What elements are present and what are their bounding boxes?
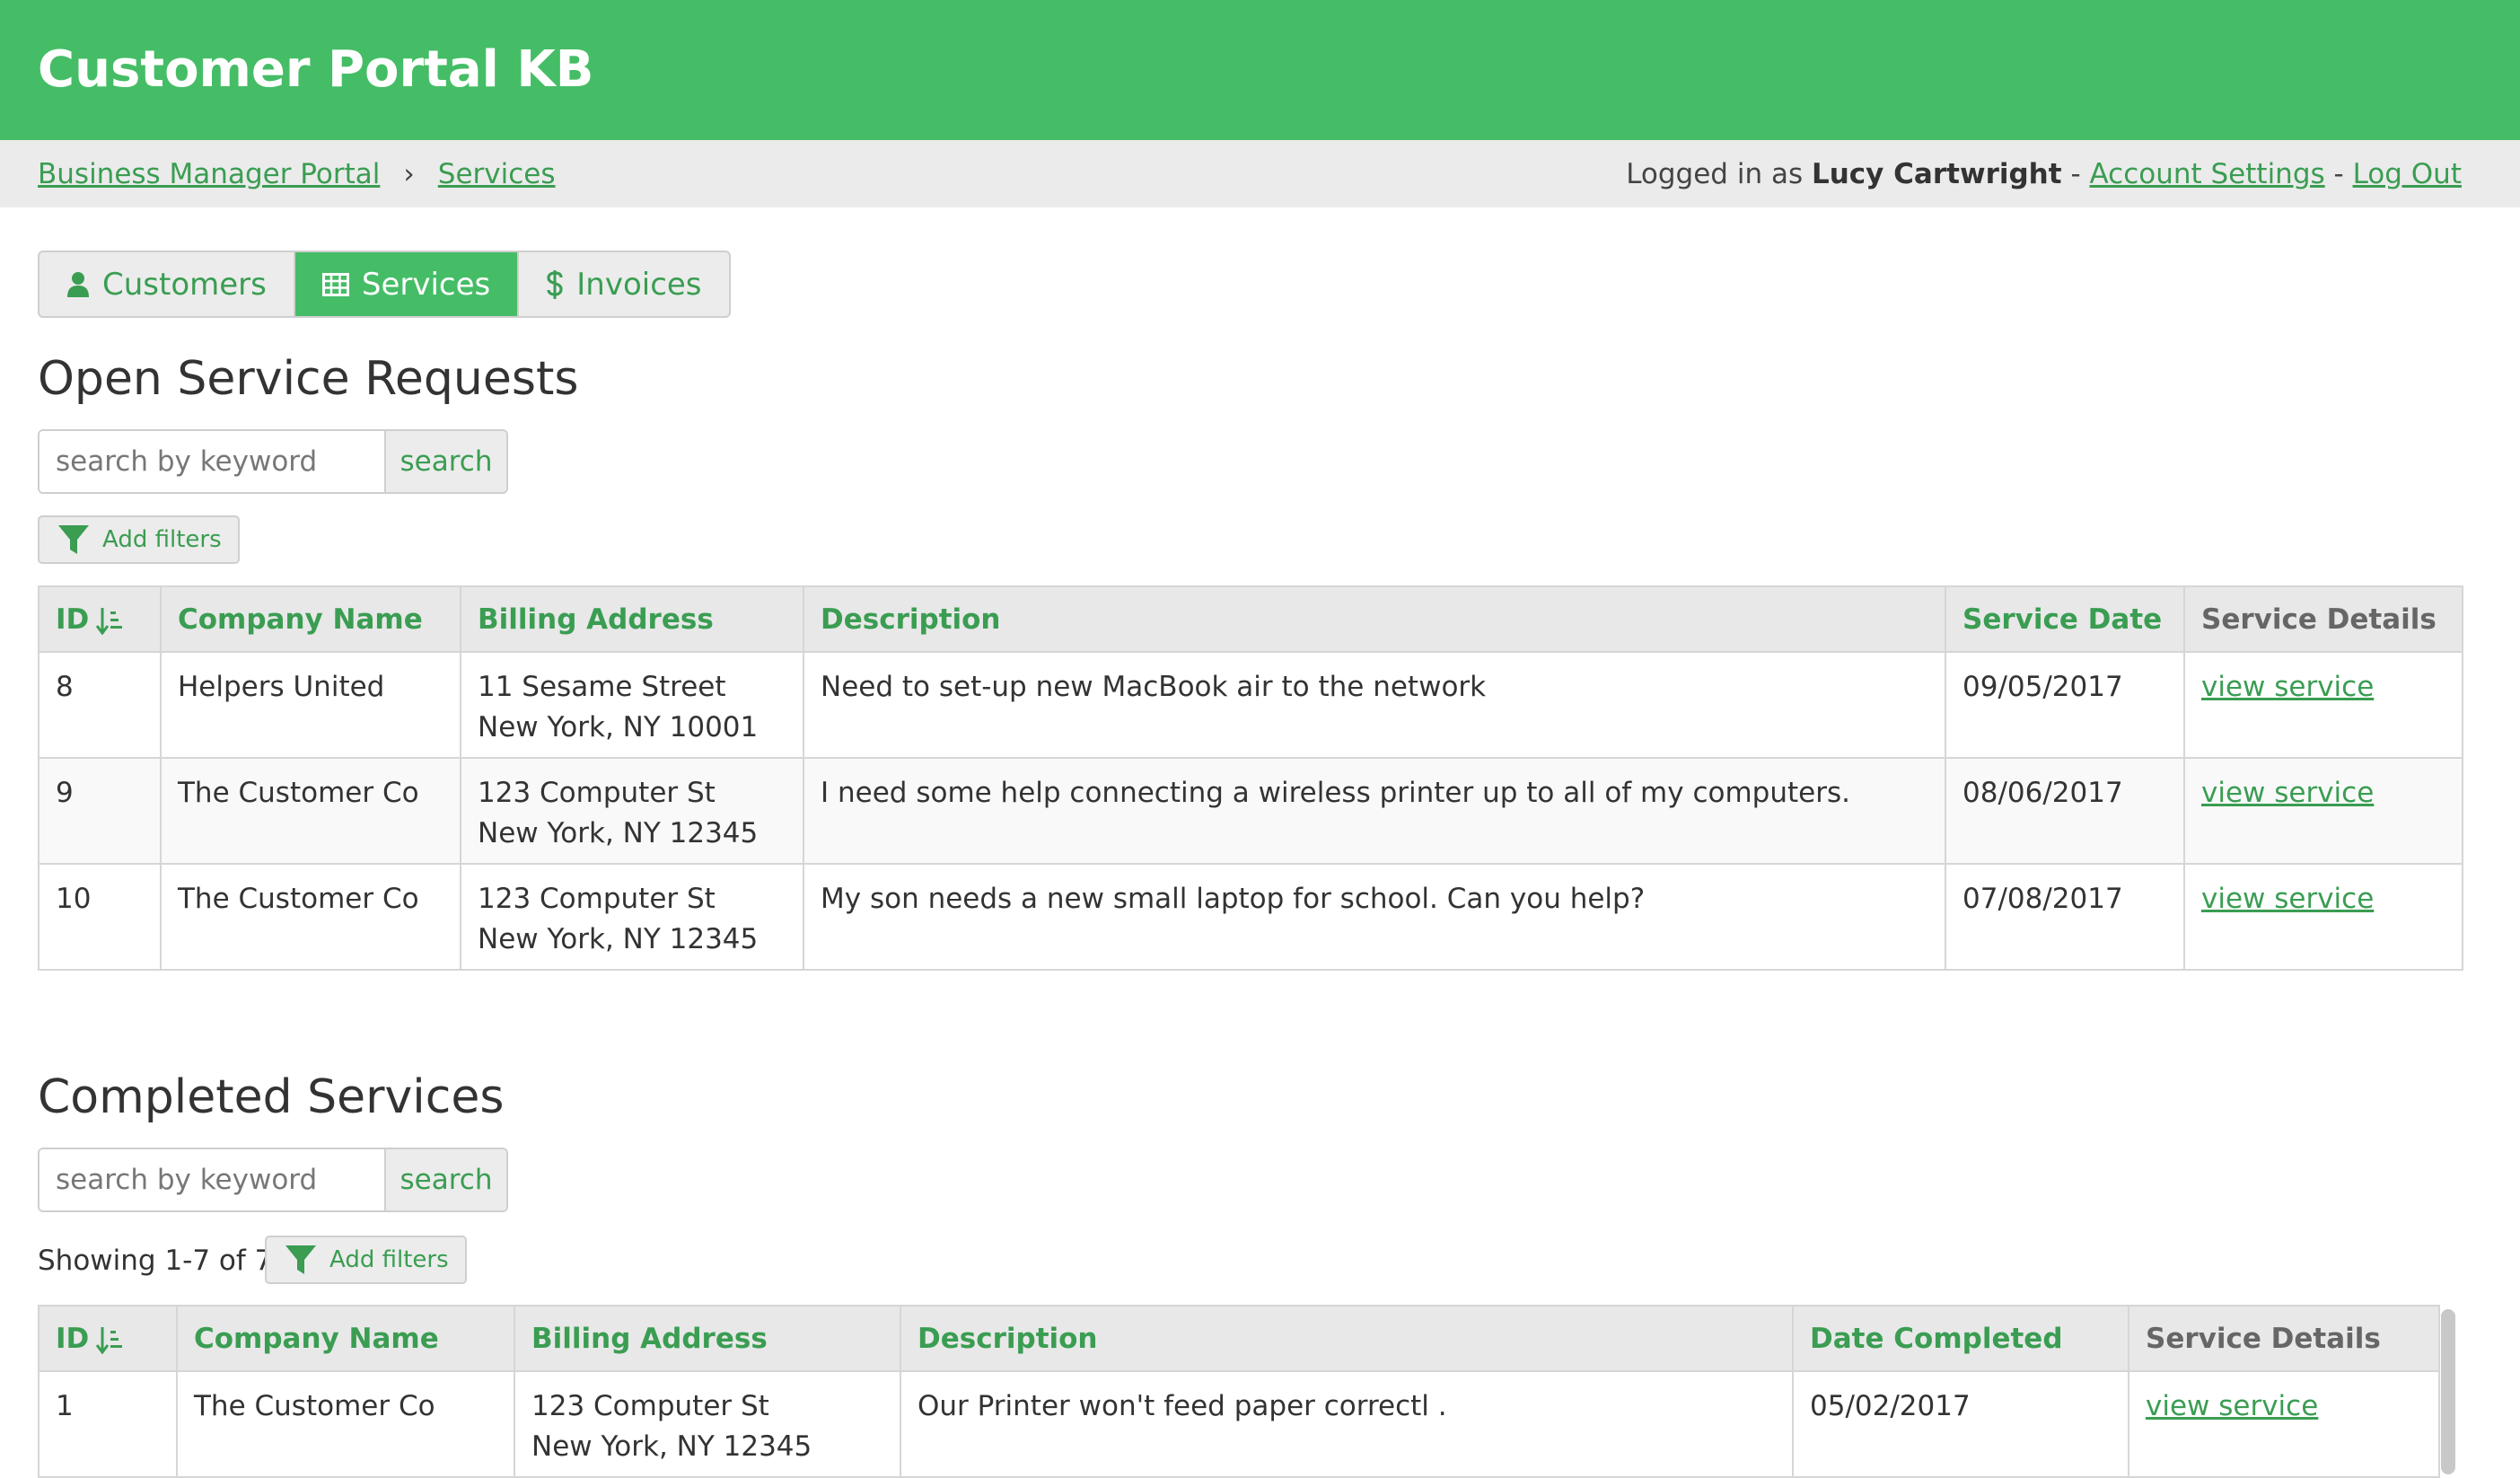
- column-header-address[interactable]: Billing Address: [514, 1305, 901, 1372]
- tab-label: Customers: [102, 266, 267, 303]
- table-row: 9 The Customer Co 123 Computer St New Yor…: [38, 757, 2463, 865]
- sort-icon: [96, 1327, 123, 1354]
- view-service-link[interactable]: view service: [2201, 671, 2374, 703]
- table-icon: [321, 272, 349, 296]
- cell-details: view service: [2183, 863, 2463, 971]
- filter-label: Add filters: [329, 1246, 449, 1273]
- cell-address: 123 Computer St New York, NY 12345: [460, 863, 804, 971]
- column-header-description[interactable]: Description: [900, 1305, 1794, 1372]
- view-service-link[interactable]: view service: [2201, 883, 2374, 915]
- open-search-button[interactable]: search: [384, 431, 506, 492]
- completed-services-table: ID Company Name Billing Address Descript…: [38, 1305, 2440, 1478]
- cell-date: 07/08/2017: [1945, 863, 2185, 971]
- address-line-2: New York, NY 10001: [478, 711, 759, 743]
- table-row: 1 The Customer Co 123 Computer St New Yor…: [38, 1370, 2440, 1478]
- filter-icon: [285, 1245, 316, 1274]
- cell-address: 11 Sesame Street New York, NY 10001: [460, 651, 804, 759]
- completed-search-group: search: [38, 1148, 508, 1212]
- breadcrumb-link-portal[interactable]: Business Manager Portal: [38, 158, 380, 190]
- open-add-filters-button[interactable]: Add filters: [38, 515, 240, 564]
- cell-description: My son needs a new small laptop for scho…: [803, 863, 1946, 971]
- address-line-1: 11 Sesame Street: [478, 671, 726, 703]
- nav-tabs: Customers Services Invoices: [38, 251, 731, 318]
- tab-label: Services: [361, 266, 491, 303]
- cell-id: 9: [38, 757, 162, 865]
- tab-services[interactable]: Services: [294, 252, 520, 316]
- sort-icon: [96, 608, 123, 635]
- column-header-id[interactable]: ID: [38, 585, 162, 653]
- results-count: Showing 1-7 of 7: [38, 1245, 273, 1277]
- open-requests-table: ID Company Name Billing Address Descript…: [38, 585, 2463, 971]
- app-header: Customer Portal KB: [0, 0, 2520, 140]
- column-header-description[interactable]: Description: [803, 585, 1946, 653]
- address-line-2: New York, NY 12345: [531, 1430, 812, 1463]
- address-line-2: New York, NY 12345: [478, 923, 759, 955]
- table-row: 10 The Customer Co 123 Computer St New Yo…: [38, 863, 2463, 971]
- dollar-icon: [547, 269, 563, 299]
- account-settings-link[interactable]: Account Settings: [2089, 158, 2324, 190]
- column-header-date-completed[interactable]: Date Completed: [1792, 1305, 2129, 1372]
- logout-link[interactable]: Log Out: [2353, 158, 2462, 190]
- open-search-input[interactable]: [40, 431, 384, 492]
- cell-date: 08/06/2017: [1945, 757, 2185, 865]
- cell-date: 05/02/2017: [1792, 1370, 2129, 1478]
- cell-details: view service: [2128, 1370, 2440, 1478]
- column-header-address[interactable]: Billing Address: [460, 585, 804, 653]
- app-title: Customer Portal KB: [38, 40, 594, 99]
- completed-services-title: Completed Services: [38, 1070, 505, 1124]
- table-header-row: ID Company Name Billing Address Descript…: [38, 585, 2463, 653]
- user-name: Lucy Cartwright: [1811, 158, 2062, 190]
- cell-company: Helpers United: [160, 651, 461, 759]
- user-icon: [67, 271, 89, 297]
- table-header-row: ID Company Name Billing Address Descript…: [38, 1305, 2440, 1372]
- cell-description: I need some help connecting a wireless p…: [803, 757, 1946, 865]
- tab-label: Invoices: [576, 266, 702, 303]
- column-header-service-details: Service Details: [2183, 585, 2463, 653]
- cell-description: Need to set-up new MacBook air to the ne…: [803, 651, 1946, 759]
- logged-in-label: Logged in as: [1626, 158, 1804, 190]
- column-header-company[interactable]: Company Name: [160, 585, 461, 653]
- top-bar: Business Manager Portal › Services Logged …: [0, 140, 2520, 207]
- cell-company: The Customer Co: [160, 757, 461, 865]
- table-scrollbar[interactable]: [2441, 1309, 2455, 1474]
- cell-address: 123 Computer St New York, NY 12345: [514, 1370, 901, 1478]
- cell-company: The Customer Co: [160, 863, 461, 971]
- address-line-1: 123 Computer St: [478, 777, 716, 809]
- breadcrumb: Business Manager Portal › Services: [38, 157, 556, 191]
- view-service-link[interactable]: view service: [2201, 777, 2374, 809]
- completed-search-input[interactable]: [40, 1149, 384, 1210]
- separator-dash: -: [2333, 158, 2344, 190]
- cell-details: view service: [2183, 651, 2463, 759]
- breadcrumb-link-services[interactable]: Services: [438, 158, 556, 190]
- filter-icon: [58, 525, 89, 554]
- cell-details: view service: [2183, 757, 2463, 865]
- separator-dash: -: [2070, 158, 2081, 190]
- breadcrumb-separator: ›: [403, 158, 415, 190]
- tab-invoices[interactable]: Invoices: [519, 252, 728, 316]
- cell-id: 1: [38, 1370, 178, 1478]
- column-header-service-date[interactable]: Service Date: [1945, 585, 2185, 653]
- cell-date: 09/05/2017: [1945, 651, 2185, 759]
- cell-id: 8: [38, 651, 162, 759]
- user-info: Logged in as Lucy Cartwright - Account S…: [1626, 157, 2462, 191]
- cell-company: The Customer Co: [176, 1370, 515, 1478]
- table-row: 8 Helpers United 11 Sesame Street New Yor…: [38, 651, 2463, 759]
- open-search-group: search: [38, 429, 508, 494]
- open-requests-title: Open Service Requests: [38, 352, 579, 406]
- filter-label: Add filters: [102, 526, 222, 553]
- completed-add-filters-button[interactable]: Add filters: [265, 1236, 467, 1284]
- address-line-1: 123 Computer St: [478, 883, 716, 915]
- column-header-id[interactable]: ID: [38, 1305, 178, 1372]
- view-service-link[interactable]: view service: [2146, 1390, 2318, 1422]
- tab-customers[interactable]: Customers: [40, 252, 295, 316]
- column-header-service-details: Service Details: [2128, 1305, 2440, 1372]
- cell-address: 123 Computer St New York, NY 12345: [460, 757, 804, 865]
- address-line-2: New York, NY 12345: [478, 817, 759, 849]
- completed-search-button[interactable]: search: [384, 1149, 506, 1210]
- cell-id: 10: [38, 863, 162, 971]
- cell-description: Our Printer won't feed paper correctl .: [900, 1370, 1794, 1478]
- address-line-1: 123 Computer St: [531, 1390, 769, 1422]
- column-header-company[interactable]: Company Name: [176, 1305, 515, 1372]
